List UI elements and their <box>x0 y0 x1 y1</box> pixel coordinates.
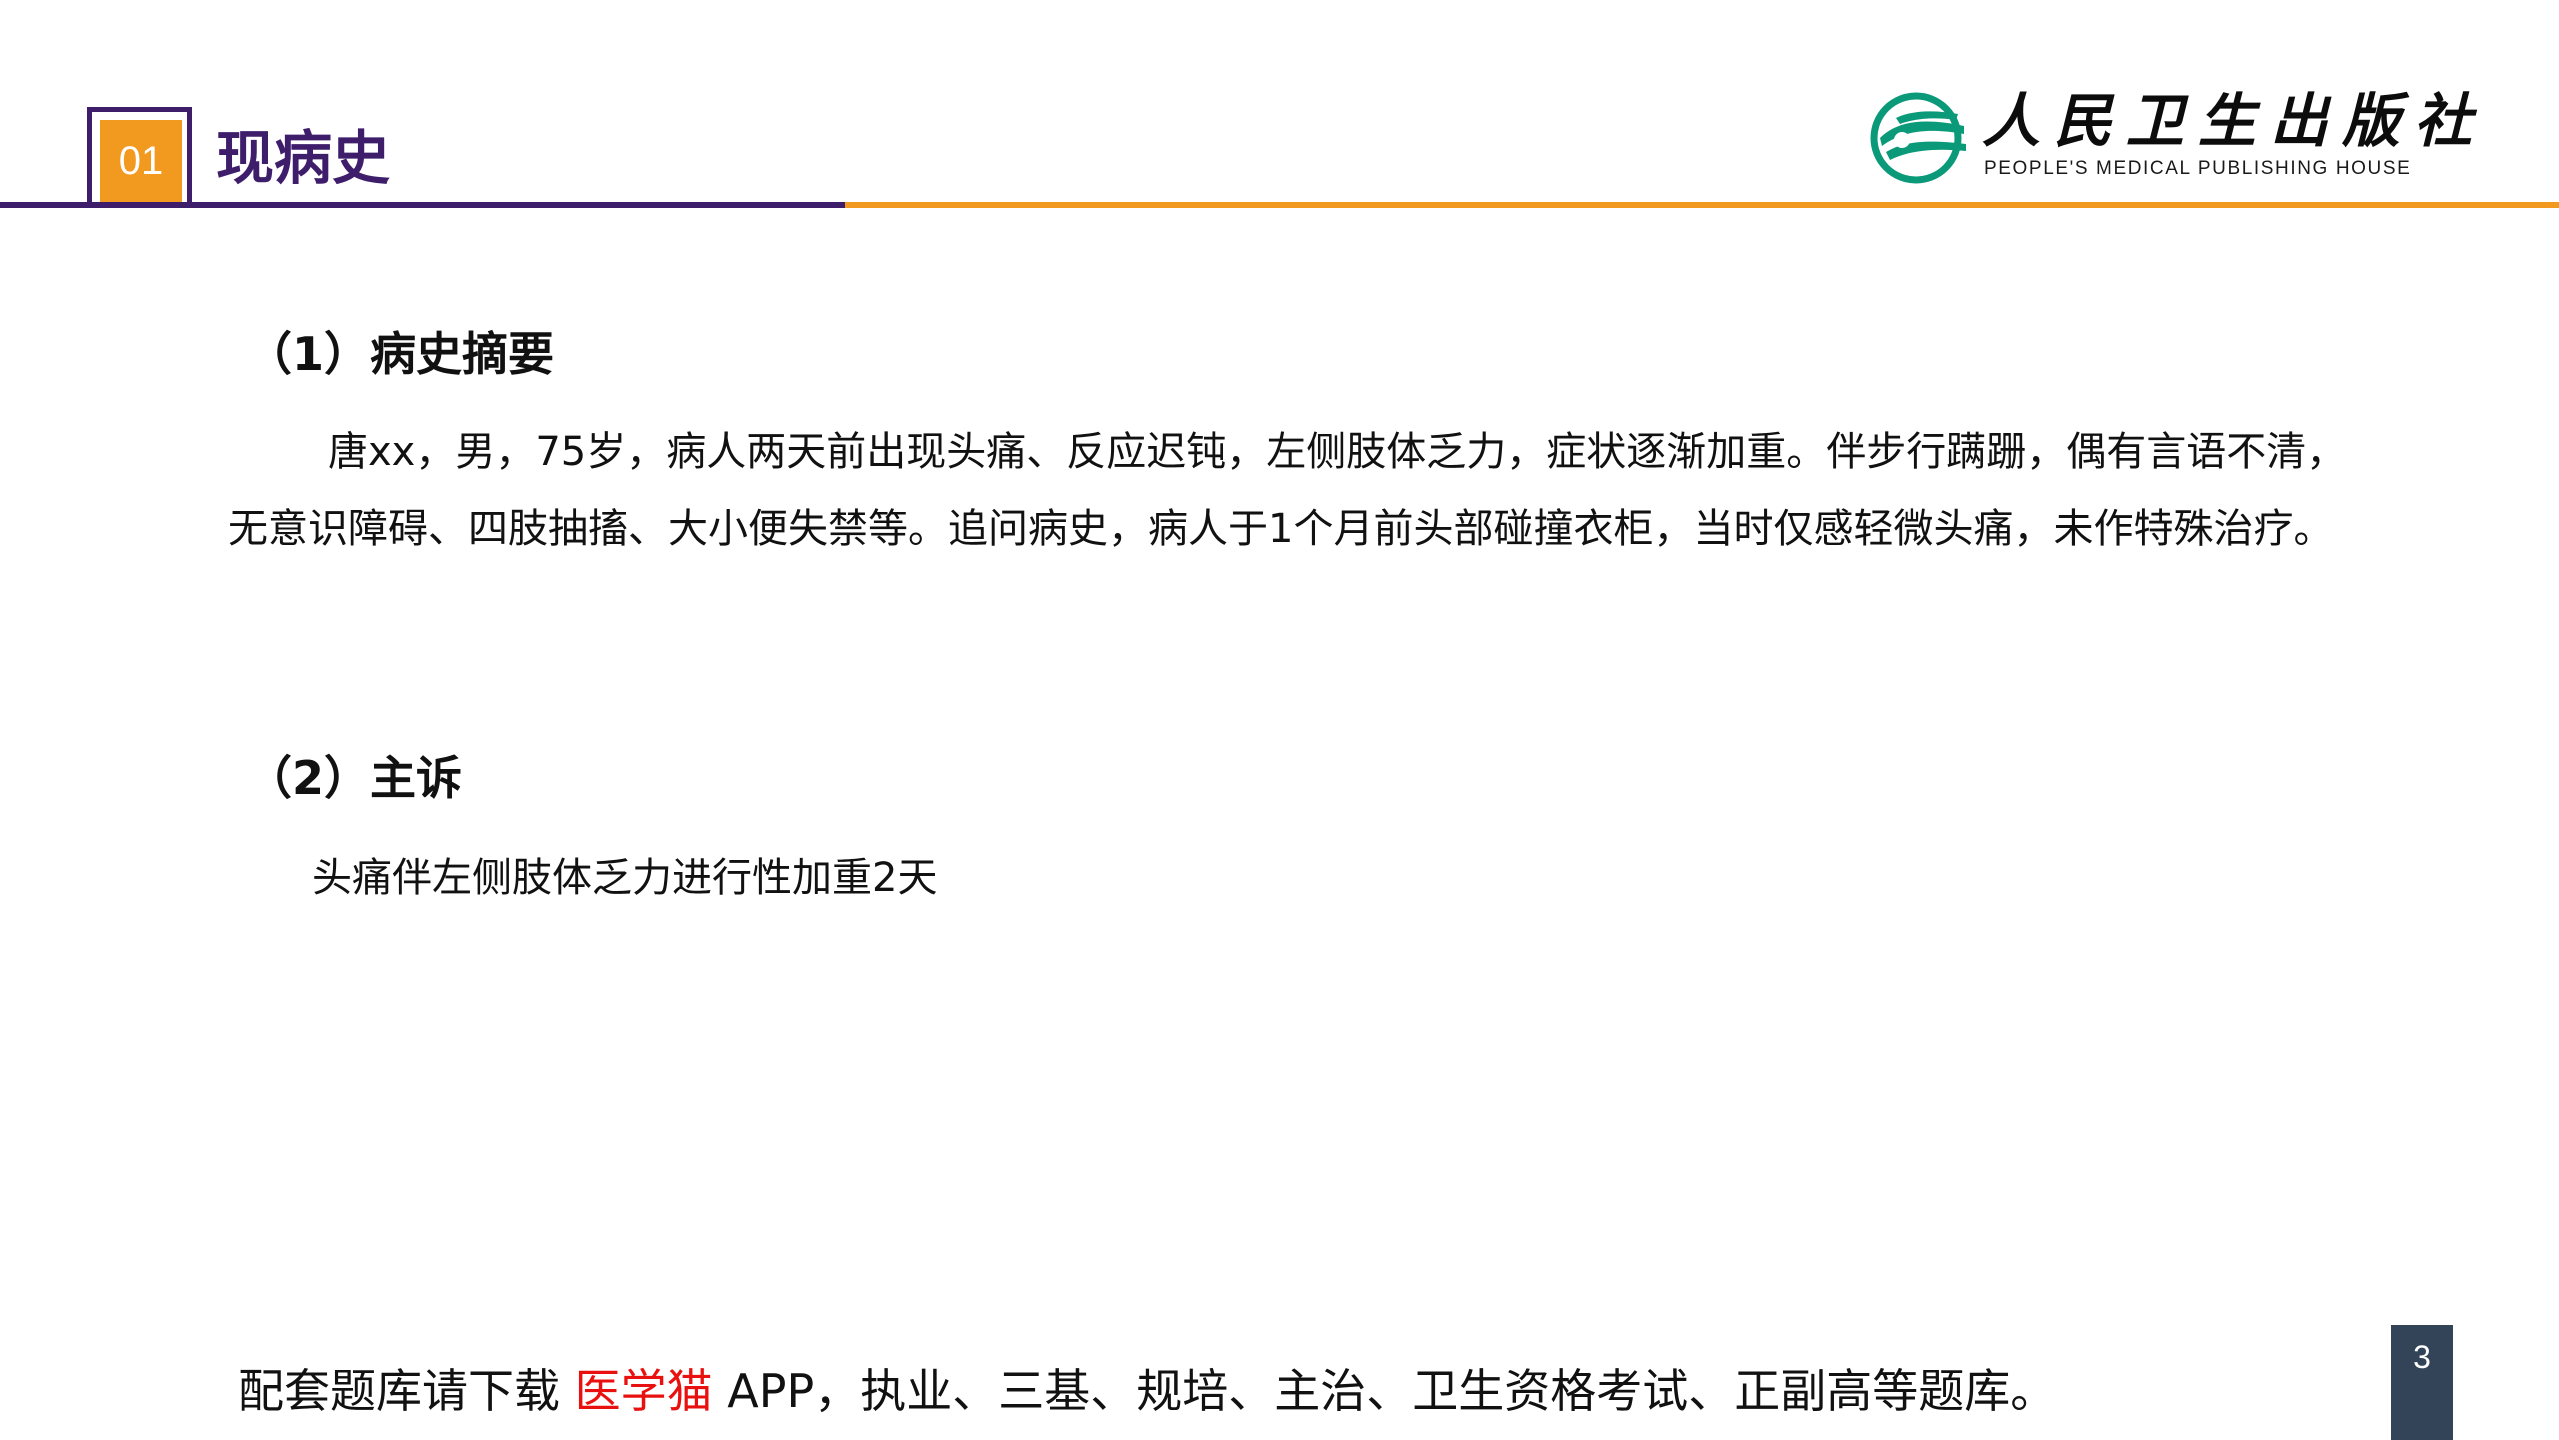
peoples-medical-emblem-icon <box>1870 92 1966 184</box>
chief-complaint-text: 头痛伴左侧肢体乏力进行性加重2天 <box>312 855 938 901</box>
history-summary-text: 唐xx，男，75岁，病人两天前出现头痛、反应迟钝，左侧肢体乏力，症状逐渐加重。伴… <box>228 429 2347 552</box>
header-divider-purple <box>0 202 845 208</box>
page-title: 现病史 <box>216 124 391 192</box>
publisher-name-cn: 人民卫生出版社 <box>1982 87 2487 155</box>
section-number-badge: 01 <box>100 120 182 202</box>
chief-complaint-heading: （2）主诉 <box>246 751 463 805</box>
header-divider-orange <box>845 202 2559 208</box>
footer-note: 配套题库请下载 医学猫 APP，执业、三基、规培、主治、卫生资格考试、正副高等题… <box>238 1356 2056 1426</box>
publisher-logo: 人民卫生出版社 PEOPLE'S MEDICAL PUBLISHING HOUS… <box>1866 88 2472 188</box>
footer-note-prefix: 配套题库请下载 <box>238 1364 575 1418</box>
publisher-name-en: PEOPLE'S MEDICAL PUBLISHING HOUSE <box>1984 158 2412 179</box>
history-summary-heading: （1）病史摘要 <box>246 327 555 381</box>
footer-note-suffix: APP，执业、三基、规培、主治、卫生资格考试、正副高等题库。 <box>712 1364 2057 1418</box>
page-number-badge: 3 <box>2391 1325 2453 1440</box>
footer-app-name: 医学猫 <box>574 1364 713 1418</box>
